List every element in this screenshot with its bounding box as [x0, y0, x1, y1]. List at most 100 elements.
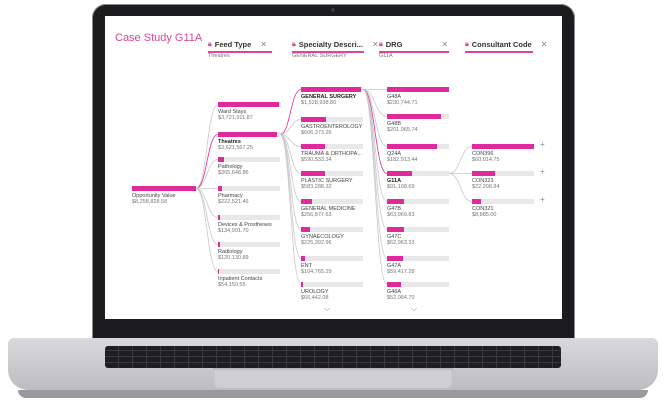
bar-track	[387, 199, 449, 204]
feed-type-node[interactable]: Theatres $3,621,567.25	[218, 132, 280, 151]
level-filter: G11A	[379, 53, 393, 59]
node-value: $590,533.34	[301, 157, 332, 163]
close-icon[interactable]: ✕	[541, 40, 548, 49]
feed-type-node[interactable]: Inpatient Contacts $54,150.55	[218, 269, 280, 288]
chevron-down-icon[interactable]: ⌵	[411, 304, 417, 314]
tree-link	[279, 134, 302, 230]
keyboard	[105, 346, 561, 368]
node-value: $134,901.70	[218, 228, 249, 234]
node-value: $63,969.83	[387, 212, 415, 218]
consultant-node[interactable]: CON396 $60,014.75	[472, 144, 534, 163]
node-value: $182,913.44	[387, 157, 418, 163]
level-header-drg[interactable]: 🔒︎ DRG ✕ G11A	[379, 40, 449, 59]
node-value: $222,521.46	[218, 199, 249, 205]
bar-fill	[301, 171, 325, 176]
drg-node[interactable]: G11A $91,108.69	[387, 171, 449, 190]
bar-fill	[387, 199, 405, 204]
node-value: $583,288.32	[301, 184, 332, 190]
bar-fill	[218, 157, 225, 162]
feed-type-node[interactable]: Ward Stays $3,721,911.87	[218, 102, 280, 121]
level-label: Specialty Descri...	[298, 40, 363, 49]
bar-fill	[387, 256, 404, 261]
bar-fill	[387, 282, 402, 287]
level-header-specialty[interactable]: 🔒︎ Specialty Descri... ✕ GENERAL SURGERY	[292, 40, 379, 59]
bar-fill	[218, 186, 222, 191]
specialty-node[interactable]: TRAUMA & ORTHOPA... $590,533.34	[301, 144, 363, 163]
root-node[interactable]: Opportunity Value $8,258,828.58	[132, 186, 196, 205]
close-icon[interactable]: ✕	[260, 40, 267, 49]
bar-fill	[387, 171, 412, 176]
chevron-down-icon[interactable]: ⌵	[324, 304, 330, 314]
drg-node[interactable]: G48B $201,965.74	[387, 114, 449, 133]
bar-track	[387, 87, 449, 92]
specialty-node[interactable]: UROLOGY $66,442.08	[301, 282, 363, 301]
bar-fill	[472, 171, 495, 176]
drg-node[interactable]: G47B $63,969.83	[387, 199, 449, 218]
lock-icon: 🔒︎	[465, 40, 469, 48]
expand-plus-icon[interactable]: +	[540, 195, 545, 204]
bar-fill	[218, 102, 279, 107]
level-label: Consultant Code	[471, 40, 532, 49]
consultant-node[interactable]: CON321 $8,885.00	[472, 199, 534, 218]
specialty-node[interactable]: ENT $104,765.29	[301, 256, 363, 275]
close-icon[interactable]: ✕	[372, 40, 379, 49]
bar-track	[301, 144, 363, 149]
tree-link	[195, 134, 219, 189]
level-header-feed-type[interactable]: 🔒︎ Feed Type ✕ Theatres	[208, 40, 272, 59]
bar-fill	[218, 215, 221, 220]
bar-fill	[301, 256, 306, 261]
level-underline	[208, 51, 272, 53]
tree-link	[448, 173, 473, 202]
drg-node[interactable]: G47A $59,417.28	[387, 256, 449, 275]
bar-fill	[301, 117, 326, 122]
drg-node[interactable]: G47C $62,963.33	[387, 227, 449, 246]
drg-node[interactable]: Q24A $182,913.44	[387, 144, 449, 163]
node-value: $66,442.08	[301, 295, 329, 301]
tree-link	[279, 134, 302, 202]
node-value: $8,258,828.58	[132, 199, 168, 205]
node-value: $3,721,911.87	[218, 115, 253, 121]
specialty-node[interactable]: GASTROENTEROLOGY $606,373.26	[301, 117, 363, 136]
bar-fill	[472, 199, 482, 204]
node-value: $52,084.70	[387, 295, 415, 301]
bar-fill	[301, 144, 326, 149]
level-label: DRG	[385, 40, 403, 49]
specialty-node[interactable]: GENERAL SURGERY $1,528,938.80	[301, 87, 363, 106]
bar-fill	[218, 132, 277, 137]
node-value: $104,765.29	[301, 269, 332, 275]
lock-icon: 🔒︎	[208, 40, 212, 48]
level-header-consultant[interactable]: 🔒︎ Consultant Code ✕	[465, 40, 548, 53]
tree-link	[279, 119, 302, 135]
node-value: $230,744.71	[387, 100, 418, 106]
feed-type-node[interactable]: Devices & Prostheses $134,901.70	[218, 215, 280, 234]
bar-fill	[387, 114, 441, 119]
expand-plus-icon[interactable]: +	[540, 167, 545, 176]
bar-track	[387, 171, 449, 176]
feed-type-node[interactable]: Pharmacy $222,521.46	[218, 186, 280, 205]
drg-node[interactable]: G48A $230,744.71	[387, 87, 449, 106]
expand-plus-icon[interactable]: +	[540, 140, 545, 149]
bar-track	[218, 132, 280, 137]
bar-track	[218, 269, 280, 274]
level-label: Feed Type	[214, 40, 252, 49]
bar-track	[218, 215, 280, 220]
feed-type-node[interactable]: Radiology $120,130.89	[218, 242, 280, 261]
close-icon[interactable]: ✕	[441, 40, 448, 49]
specialty-node[interactable]: GYNAECOLOGY $225,392.96	[301, 227, 363, 246]
bar-track	[387, 114, 449, 119]
node-value: $256,877.63	[301, 212, 332, 218]
tree-link	[448, 146, 473, 174]
node-value: $120,130.89	[218, 255, 249, 261]
node-value: $225,392.96	[301, 240, 332, 246]
tree-link	[279, 89, 302, 135]
tree-link	[279, 134, 302, 285]
specialty-node[interactable]: PLASTIC SURGERY $583,288.32	[301, 171, 363, 190]
consultant-node[interactable]: CON323 $22,208.94	[472, 171, 534, 190]
feed-type-node[interactable]: Pathology $365,648.86	[218, 157, 280, 176]
bar-track	[301, 117, 363, 122]
drg-node[interactable]: G46A $52,084.70	[387, 282, 449, 301]
bar-track	[301, 87, 363, 92]
bar-fill	[301, 87, 361, 92]
specialty-node[interactable]: GENERAL MEDICINE $256,877.63	[301, 199, 363, 218]
bar-track	[301, 199, 363, 204]
